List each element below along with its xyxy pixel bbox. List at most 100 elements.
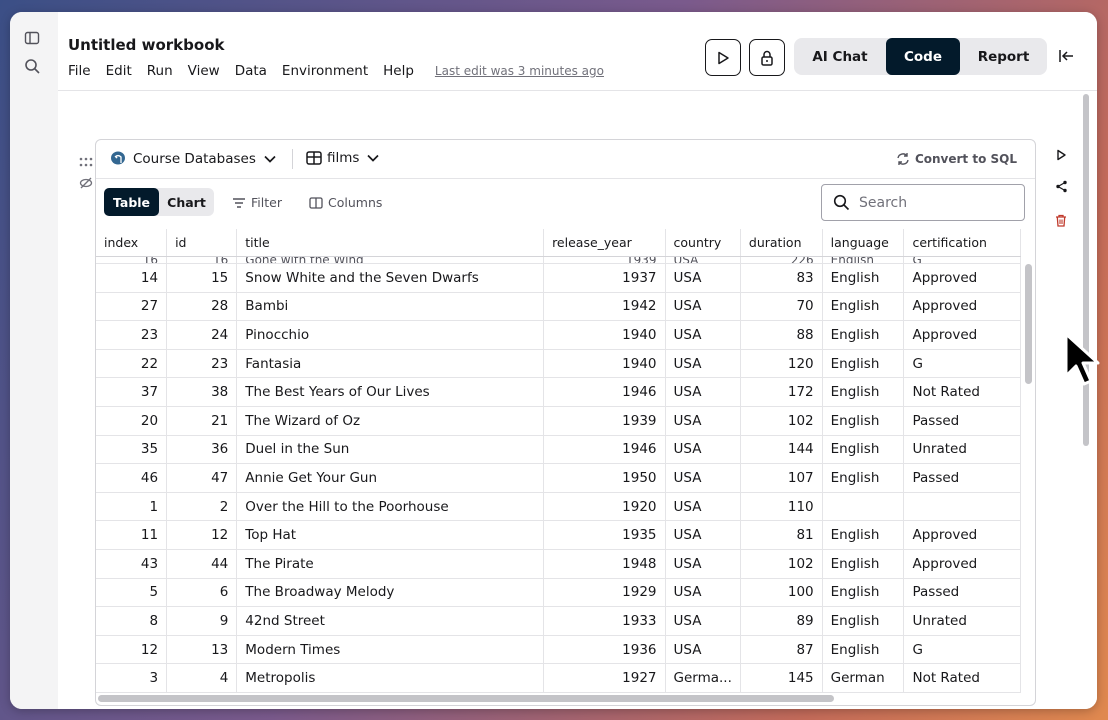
cell-release-year[interactable]: 1946 <box>543 435 666 465</box>
cell-duration[interactable]: 102 <box>740 406 823 436</box>
cell-language[interactable]: English <box>822 292 905 322</box>
cell-country[interactable]: USA <box>665 406 741 436</box>
cell-duration[interactable]: 70 <box>740 292 823 322</box>
cell-release-year[interactable]: 1942 <box>543 292 666 322</box>
cell-id[interactable]: 13 <box>166 635 238 665</box>
cell-country[interactable]: USA <box>665 292 741 322</box>
cell-title[interactable]: Top Hat <box>236 520 545 550</box>
run-button[interactable] <box>705 39 741 76</box>
cell-release-year[interactable]: 1940 <box>543 349 666 379</box>
table-selector[interactable]: films <box>306 150 380 166</box>
filter-button[interactable]: Filter <box>232 195 282 210</box>
cell-title[interactable]: Duel in the Sun <box>236 435 545 465</box>
cell-id[interactable]: 4 <box>166 663 238 693</box>
cell-index[interactable]: 3 <box>96 663 168 693</box>
cell-id[interactable]: 6 <box>166 578 238 608</box>
workbook-scrollbar[interactable] <box>1083 94 1089 446</box>
run-cell-icon[interactable] <box>1055 146 1069 161</box>
cell-country[interactable]: USA <box>665 435 741 465</box>
sidebar-toggle-icon[interactable] <box>24 30 44 50</box>
cell-country[interactable]: USA <box>665 320 741 350</box>
menu-run[interactable]: Run <box>147 63 173 79</box>
column-header-certification[interactable]: certification <box>903 229 1021 257</box>
cell-language[interactable]: English <box>822 263 905 293</box>
cell-language[interactable]: English <box>822 256 905 264</box>
cell-title[interactable]: Over the Hill to the Poorhouse <box>236 492 545 522</box>
cell-country[interactable]: USA <box>665 349 741 379</box>
cell-id[interactable]: 2 <box>166 492 238 522</box>
workbook-title[interactable]: Untitled workbook <box>68 36 224 54</box>
menu-edit[interactable]: Edit <box>106 63 132 79</box>
cell-index[interactable]: 12 <box>96 635 168 665</box>
cell-index[interactable]: 11 <box>96 520 168 550</box>
menu-view[interactable]: View <box>188 63 220 79</box>
cell-index[interactable]: 8 <box>96 606 168 636</box>
column-header-country[interactable]: country <box>665 229 741 257</box>
cell-index[interactable]: 22 <box>96 349 168 379</box>
table-row[interactable]: 23 24 Pinocchio 1940 USA 88 English Approved <box>96 320 1021 350</box>
cell-title[interactable]: The Wizard of Oz <box>236 406 545 436</box>
cell-certification[interactable]: Not Rated <box>903 663 1021 693</box>
cell-release-year[interactable]: 1933 <box>543 606 666 636</box>
menu-environment[interactable]: Environment <box>282 63 368 79</box>
cell-certification[interactable]: Passed <box>903 578 1021 608</box>
cell-title[interactable]: Gone with the Wind <box>236 256 545 264</box>
cell-certification[interactable]: Approved <box>903 292 1021 322</box>
cell-id[interactable]: 47 <box>166 463 238 493</box>
cell-country[interactable]: USA <box>665 578 741 608</box>
cell-duration[interactable]: 145 <box>740 663 823 693</box>
cell-release-year[interactable]: 1948 <box>543 549 666 579</box>
column-header-id[interactable]: id <box>166 229 238 257</box>
table-row[interactable]: 43 44 The Pirate 1948 USA 102 English Approved <box>96 549 1021 579</box>
cell-duration[interactable]: 107 <box>740 463 823 493</box>
cell-certification[interactable]: Not Rated <box>903 377 1021 407</box>
cell-country[interactable]: USA <box>665 549 741 579</box>
table-row[interactable]: 20 21 The Wizard of Oz 1939 USA 102 English Pas… <box>96 406 1021 436</box>
cell-release-year[interactable]: 1939 <box>543 406 666 436</box>
table-row[interactable]: 5 6 The Broadway Melody 1929 USA 100 English Pa… <box>96 578 1021 608</box>
cell-country[interactable]: USA <box>665 377 741 407</box>
cell-id[interactable]: 28 <box>166 292 238 322</box>
cell-language[interactable]: English <box>822 635 905 665</box>
database-selector[interactable]: Course Databases <box>109 150 276 168</box>
cell-title[interactable]: Modern Times <box>236 635 545 665</box>
cell-duration[interactable]: 83 <box>740 263 823 293</box>
cell-certification[interactable]: Approved <box>903 263 1021 293</box>
cell-language[interactable]: English <box>822 377 905 407</box>
cell-country[interactable]: USA <box>665 520 741 550</box>
table-row[interactable]: 16 16 Gone with the Wind 1939 USA 226 English G <box>96 256 1021 264</box>
cell-index[interactable]: 35 <box>96 435 168 465</box>
cell-title[interactable]: Pinocchio <box>236 320 545 350</box>
cell-duration[interactable]: 110 <box>740 492 823 522</box>
cell-language[interactable]: English <box>822 606 905 636</box>
cell-duration[interactable]: 144 <box>740 435 823 465</box>
cell-index[interactable]: 27 <box>96 292 168 322</box>
collapse-panel-icon[interactable] <box>1058 48 1074 64</box>
cell-language[interactable] <box>822 492 905 522</box>
column-header-release-year[interactable]: release_year <box>543 229 666 257</box>
grid-horizontal-scrollbar[interactable] <box>98 695 834 702</box>
table-row[interactable]: 35 36 Duel in the Sun 1946 USA 144 English Unra… <box>96 435 1021 465</box>
cell-country[interactable]: USA <box>665 606 741 636</box>
cell-country[interactable]: USA <box>665 263 741 293</box>
column-header-duration[interactable]: duration <box>740 229 823 257</box>
cell-title[interactable]: Annie Get Your Gun <box>236 463 545 493</box>
cell-certification[interactable]: Passed <box>903 406 1021 436</box>
cell-duration[interactable]: 81 <box>740 520 823 550</box>
cell-language[interactable]: English <box>822 406 905 436</box>
table-row[interactable]: 12 13 Modern Times 1936 USA 87 English G <box>96 635 1021 665</box>
column-header-language[interactable]: language <box>822 229 905 257</box>
cell-id[interactable]: 36 <box>166 435 238 465</box>
menu-data[interactable]: Data <box>235 63 267 79</box>
cell-release-year[interactable]: 1935 <box>543 520 666 550</box>
cell-certification[interactable]: Unrated <box>903 435 1021 465</box>
cell-language[interactable]: English <box>822 549 905 579</box>
cell-id[interactable]: 15 <box>166 263 238 293</box>
cell-id[interactable]: 9 <box>166 606 238 636</box>
cell-index[interactable]: 23 <box>96 320 168 350</box>
cell-certification[interactable]: G <box>903 635 1021 665</box>
cell-title[interactable]: Snow White and the Seven Dwarfs <box>236 263 545 293</box>
cell-id[interactable]: 12 <box>166 520 238 550</box>
cell-duration[interactable]: 88 <box>740 320 823 350</box>
cell-duration[interactable]: 102 <box>740 549 823 579</box>
